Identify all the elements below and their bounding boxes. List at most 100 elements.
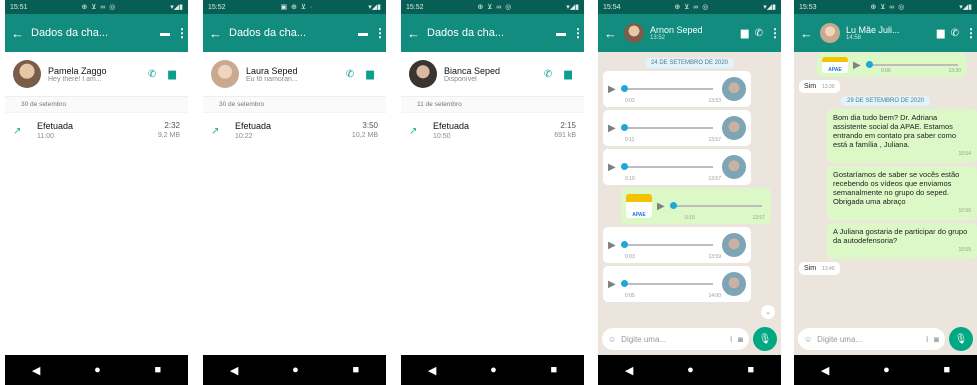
nav-back-icon[interactable]: ◀ <box>428 364 436 377</box>
play-icon[interactable]: ▶ <box>608 162 616 173</box>
chat-title[interactable]: Lu Mãe Juli... 14:58 <box>846 25 931 41</box>
avatar[interactable] <box>820 23 840 43</box>
chat-icon[interactable]: ▬ <box>556 28 566 39</box>
chat-title[interactable]: Arnon Seped 13:52 <box>650 25 735 41</box>
emoji-icon[interactable]: ☺ <box>804 335 812 344</box>
nav-bar: ◀ ● ■ <box>203 355 386 385</box>
phone-icon[interactable]: ✆ <box>755 28 763 39</box>
audio-track[interactable] <box>620 241 713 248</box>
nav-home-icon[interactable]: ● <box>687 364 694 376</box>
nav-recents-icon[interactable]: ■ <box>943 364 950 376</box>
phone-icon[interactable]: ✆ <box>951 28 959 39</box>
audio-track[interactable] <box>669 202 762 209</box>
phone-icon[interactable]: ✆ <box>544 69 552 80</box>
scroll-down-button[interactable]: ⌄ <box>761 305 775 319</box>
play-icon[interactable]: ▶ <box>853 60 861 71</box>
status-icons: ▣ ⊕ ⊻ · <box>280 4 314 11</box>
play-icon[interactable]: ▶ <box>608 123 616 134</box>
nav-recents-icon[interactable]: ■ <box>747 364 754 376</box>
contact-row[interactable]: Laura Seped Eu tô namoran... ✆ ▆ <box>203 52 386 96</box>
nav-home-icon[interactable]: ● <box>292 364 299 376</box>
nav-back-icon[interactable]: ◀ <box>32 364 40 377</box>
voice-message-outgoing[interactable]: APAE ▶ 0:15 13:57 <box>621 188 771 224</box>
phone-chat-arnon: 15:54 ⊕ ⊻ ∞ ◎ ▾◢▮ ← Arnon Seped 13:52 ▆ ✆ ⋮… <box>598 0 781 385</box>
voice-message[interactable]: ▶ 0:10 13:57 <box>603 149 751 185</box>
contact-row[interactable]: Bianca Seped Disponível ✆ ▆ <box>401 52 584 96</box>
message-list[interactable]: APAE ▶ 0:06 13:30 Sim 13:30 29 DE SETEMBRO D… <box>794 52 977 323</box>
app-bar: ← Dados da cha... ▬ ⋮ <box>5 14 188 52</box>
menu-icon[interactable]: ⋮ <box>769 26 781 40</box>
avatar[interactable] <box>211 60 239 88</box>
phone-icon[interactable]: ✆ <box>148 69 156 80</box>
voice-message[interactable]: ▶ 0:03 13:59 <box>603 227 751 263</box>
nav-home-icon[interactable]: ● <box>883 364 890 376</box>
menu-icon[interactable]: ⋮ <box>572 26 584 40</box>
voice-message[interactable]: ▶ 0:11 13:57 <box>603 110 751 146</box>
video-icon[interactable]: ▆ <box>564 69 572 80</box>
phone-icon[interactable]: ✆ <box>346 69 354 80</box>
video-call-icon[interactable]: ▆ <box>937 28 945 39</box>
message-time: 13:57 <box>708 176 721 182</box>
attach-icon[interactable]: ⌇ <box>729 335 733 344</box>
mic-button[interactable]: 🎙 <box>949 327 973 351</box>
audio-track[interactable] <box>620 280 713 287</box>
incoming-message[interactable]: Sim 13:40 <box>799 262 840 275</box>
play-icon[interactable]: ▶ <box>657 201 665 212</box>
outgoing-message[interactable]: Bom dia tudo bem? Dr. Adriana assistente… <box>827 109 977 163</box>
avatar[interactable] <box>624 23 644 43</box>
nav-recents-icon[interactable]: ■ <box>352 364 359 376</box>
message-time: 13:53 <box>708 98 721 104</box>
incoming-message[interactable]: Sim 13:30 <box>799 80 840 93</box>
menu-icon[interactable]: ⋮ <box>176 26 188 40</box>
voice-duration: 0:10 <box>625 176 635 182</box>
video-call-icon[interactable]: ▆ <box>741 28 749 39</box>
nav-home-icon[interactable]: ● <box>94 364 101 376</box>
back-arrow-icon[interactable]: ← <box>209 26 223 41</box>
message-input[interactable]: ☺ Digite uma... ⌇ ◙ <box>602 328 749 350</box>
audio-track[interactable] <box>865 61 958 68</box>
message-input[interactable]: ☺ Digite uma... ⌇ ◙ <box>798 328 945 350</box>
camera-icon[interactable]: ◙ <box>934 335 939 344</box>
sender-avatar <box>722 116 746 140</box>
nav-home-icon[interactable]: ● <box>490 364 497 376</box>
app-bar: ← Dados da cha... ▬ ⋮ <box>401 14 584 52</box>
menu-icon[interactable]: ⋮ <box>374 26 386 40</box>
avatar[interactable] <box>409 60 437 88</box>
video-icon[interactable]: ▆ <box>168 69 176 80</box>
video-icon[interactable]: ▆ <box>366 69 374 80</box>
outgoing-message[interactable]: Gostaríamos de saber se vocês estão rece… <box>827 166 977 220</box>
avatar[interactable] <box>13 60 41 88</box>
back-arrow-icon[interactable]: ← <box>604 26 618 41</box>
attach-icon[interactable]: ⌇ <box>925 335 929 344</box>
play-icon[interactable]: ▶ <box>608 279 616 290</box>
message-list[interactable]: 24 DE SETEMBRO DE 2020 ▶ 0:02 13:53 ▶ 0:11 1… <box>598 52 781 323</box>
back-arrow-icon[interactable]: ← <box>11 26 25 41</box>
page-title: Dados da cha... <box>427 27 505 39</box>
voice-message[interactable]: ▶ 0:05 14:00 <box>603 266 751 302</box>
chat-icon[interactable]: ▬ <box>160 28 170 39</box>
nav-back-icon[interactable]: ◀ <box>230 364 238 377</box>
status-bar: 15:54 ⊕ ⊻ ∞ ◎ ▾◢▮ <box>598 0 781 14</box>
back-arrow-icon[interactable]: ← <box>800 26 814 41</box>
emoji-icon[interactable]: ☺ <box>608 335 616 344</box>
audio-track[interactable] <box>620 85 713 92</box>
voice-message-outgoing[interactable]: APAE ▶ 0:06 13:30 <box>817 53 967 77</box>
outgoing-message[interactable]: A Juliana gostaria de participar do grup… <box>827 223 977 259</box>
voice-message[interactable]: ▶ 0:02 13:53 <box>603 71 751 107</box>
chat-icon[interactable]: ▬ <box>358 28 368 39</box>
play-icon[interactable]: ▶ <box>608 240 616 251</box>
audio-track[interactable] <box>620 124 713 131</box>
nav-recents-icon[interactable]: ■ <box>154 364 161 376</box>
apae-logo: APAE <box>822 57 848 73</box>
contact-row[interactable]: Pamela Zaggo Hey there! I am... ✆ ▆ <box>5 52 188 96</box>
mic-button[interactable]: 🎙 <box>753 327 777 351</box>
play-icon[interactable]: ▶ <box>608 84 616 95</box>
back-arrow-icon[interactable]: ← <box>407 26 421 41</box>
menu-icon[interactable]: ⋮ <box>965 26 977 40</box>
nav-back-icon[interactable]: ◀ <box>625 364 633 377</box>
outgoing-call-icon: ↗ <box>409 126 418 137</box>
nav-recents-icon[interactable]: ■ <box>550 364 557 376</box>
nav-back-icon[interactable]: ◀ <box>821 364 829 377</box>
audio-track[interactable] <box>620 163 713 170</box>
camera-icon[interactable]: ◙ <box>738 335 743 344</box>
